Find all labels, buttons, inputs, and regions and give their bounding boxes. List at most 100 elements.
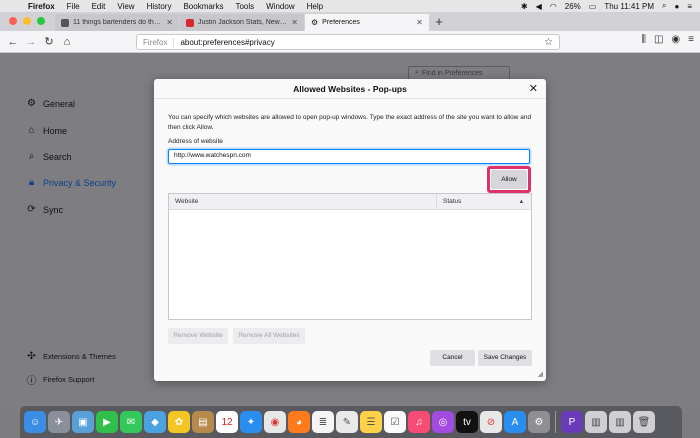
wifi-icon[interactable]: ◠ — [550, 2, 557, 11]
sort-ascending-icon: ▴ — [519, 198, 523, 205]
sidebar-item-privacy[interactable]: 🔒︎ Privacy & Security — [26, 177, 116, 188]
sidebar-item-label: Firefox Support — [43, 375, 95, 384]
cancel-button[interactable]: Cancel — [430, 350, 475, 366]
back-button[interactable]: ← — [4, 36, 22, 48]
podcasts-icon[interactable]: ◎ — [432, 411, 454, 433]
status-column-header[interactable]: Status ▴ — [437, 194, 531, 209]
user-avatar-icon[interactable]: ● — [674, 2, 679, 11]
bluetooth-icon[interactable]: ✱ — [521, 2, 528, 11]
facetime-icon[interactable]: ▶ — [96, 411, 118, 433]
remove-all-websites-button[interactable]: Remove All Websites — [233, 328, 305, 344]
chrome-icon[interactable]: ◉ — [264, 411, 286, 433]
dialog-title: Allowed Websites - Pop-ups — [154, 79, 546, 99]
sidebar-item-sync[interactable]: ⟳ Sync — [26, 204, 63, 215]
sidebar-item-label: Search — [43, 151, 72, 162]
save-changes-button[interactable]: Save Changes — [478, 350, 532, 366]
hamburger-menu-icon[interactable]: ≡ — [688, 34, 694, 45]
pixelmator-icon[interactable]: P — [561, 411, 583, 433]
address-label: Address of website — [168, 138, 223, 145]
trash-icon[interactable]: 🗑︎ — [633, 411, 655, 433]
close-tab-icon[interactable]: ✕ — [416, 18, 423, 27]
documents-folder-icon[interactable]: ▥ — [585, 411, 607, 433]
news-icon[interactable]: ⊘ — [480, 411, 502, 433]
sidebar-support[interactable]: ⓘ Firefox Support — [26, 372, 95, 387]
clock[interactable]: Thu 11:41 PM — [604, 2, 654, 11]
textedit-icon[interactable]: ≣ — [312, 411, 334, 433]
downloads-folder-icon[interactable]: ▥ — [609, 411, 631, 433]
sidebar-extensions[interactable]: ✣ Extensions & Themes — [26, 351, 116, 362]
library-icon[interactable]: ⫼ — [641, 34, 646, 45]
sidebar-item-search[interactable]: ⌕ Search — [26, 151, 72, 162]
window-controls — [0, 17, 55, 31]
notes-icon[interactable]: ☰ — [360, 411, 382, 433]
firefox-icon[interactable]: ◕ — [288, 411, 310, 433]
remove-website-button[interactable]: Remove Website — [168, 328, 228, 344]
website-address-input[interactable]: http://www.watchespn.com — [168, 149, 530, 164]
sidebar-item-label: Privacy & Security — [43, 177, 117, 188]
home-icon: ⌂ — [28, 125, 35, 136]
battery-icon[interactable]: ▭ — [589, 2, 597, 11]
pages-icon[interactable]: ✎ — [336, 411, 358, 433]
table-header: Website Status ▴ — [169, 194, 531, 210]
menu-help[interactable]: Help — [301, 2, 329, 11]
photos-icon[interactable]: ✿ — [168, 411, 190, 433]
forward-button[interactable]: → — [22, 36, 40, 48]
launchpad-icon[interactable]: ✈ — [48, 411, 70, 433]
close-window-button[interactable] — [9, 17, 17, 25]
new-tab-button[interactable]: + — [430, 14, 448, 31]
zoom-window-button[interactable] — [37, 17, 45, 25]
battery-percent[interactable]: 26% — [565, 2, 581, 11]
music-icon[interactable]: ♫ — [408, 411, 430, 433]
close-tab-icon[interactable]: ✕ — [291, 18, 298, 27]
gear-icon: ⚙ — [311, 18, 319, 27]
website-column-header[interactable]: Website — [169, 194, 437, 209]
espn-favicon-icon — [186, 18, 194, 27]
search-icon[interactable]: ⌕ — [662, 1, 666, 11]
app-store-icon[interactable]: A — [504, 411, 526, 433]
preview-icon[interactable]: ▣ — [72, 411, 94, 433]
minimize-window-button[interactable] — [23, 17, 31, 25]
sidebar-item-general[interactable]: ⚙ General — [26, 98, 75, 109]
dialog-description: You can specify which websites are allow… — [168, 114, 532, 131]
find-in-preferences-input[interactable]: ⌕ Find in Preferences — [408, 66, 510, 80]
menu-app-name[interactable]: Firefox — [22, 2, 61, 11]
tab-preferences[interactable]: ⚙ Preferences ✕ — [305, 14, 429, 31]
maps-icon[interactable]: ◆ — [144, 411, 166, 433]
url-bar[interactable]: Firefox about:preferences#privacy ☆ — [136, 34, 560, 50]
account-icon[interactable]: ◉ — [671, 34, 680, 45]
menu-bookmarks[interactable]: Bookmarks — [177, 2, 229, 11]
reminders-icon[interactable]: ☑ — [384, 411, 406, 433]
messages-icon[interactable]: ✉ — [120, 411, 142, 433]
close-tab-icon[interactable]: ✕ — [166, 18, 173, 27]
mac-dock: ☺ ✈ ▣ ▶ ✉ ◆ ✿ ▤ 12 ✦ ◉ ◕ ≣ ✎ ☰ ☑ ♫ ◎ tv … — [20, 406, 682, 438]
calendar-icon[interactable]: 12 — [216, 411, 238, 433]
home-button[interactable]: ⌂ — [58, 36, 76, 48]
url-text[interactable]: about:preferences#privacy — [180, 38, 544, 47]
menu-file[interactable]: File — [61, 2, 86, 11]
bookmark-star-icon[interactable]: ☆ — [544, 37, 553, 48]
apple-tv-icon[interactable]: tv — [456, 411, 478, 433]
menu-history[interactable]: History — [141, 2, 178, 11]
safari-icon[interactable]: ✦ — [240, 411, 262, 433]
sidebar-toggle-icon[interactable]: ◫ — [654, 34, 663, 45]
allow-button[interactable]: Allow — [491, 170, 527, 189]
sync-icon: ⟳ — [27, 204, 36, 215]
menu-window[interactable]: Window — [260, 2, 300, 11]
tab-bar: 11 things bartenders do that m ✕ Justin … — [0, 12, 700, 31]
find-placeholder: Find in Preferences — [421, 69, 483, 77]
menu-list-icon[interactable]: ≡ — [687, 2, 692, 11]
volume-icon[interactable]: ◀ — [536, 2, 542, 11]
menu-edit[interactable]: Edit — [86, 2, 112, 11]
menu-view[interactable]: View — [111, 2, 140, 11]
reload-button[interactable]: ↻ — [40, 35, 58, 48]
resize-grip-icon[interactable]: ◢ — [538, 370, 543, 378]
menu-tools[interactable]: Tools — [229, 2, 260, 11]
contacts-icon[interactable]: ▤ — [192, 411, 214, 433]
close-icon[interactable]: ✕ — [529, 82, 538, 95]
sidebar-item-home[interactable]: ⌂ Home — [26, 125, 67, 136]
tab-justin-jackson[interactable]: Justin Jackson Stats, News, Bi ✕ — [180, 14, 304, 31]
tab-bartenders[interactable]: 11 things bartenders do that m ✕ — [55, 14, 179, 31]
finder-icon[interactable]: ☺ — [24, 411, 46, 433]
identity-label[interactable]: Firefox — [143, 37, 175, 47]
system-preferences-icon[interactable]: ⚙ — [528, 411, 550, 433]
